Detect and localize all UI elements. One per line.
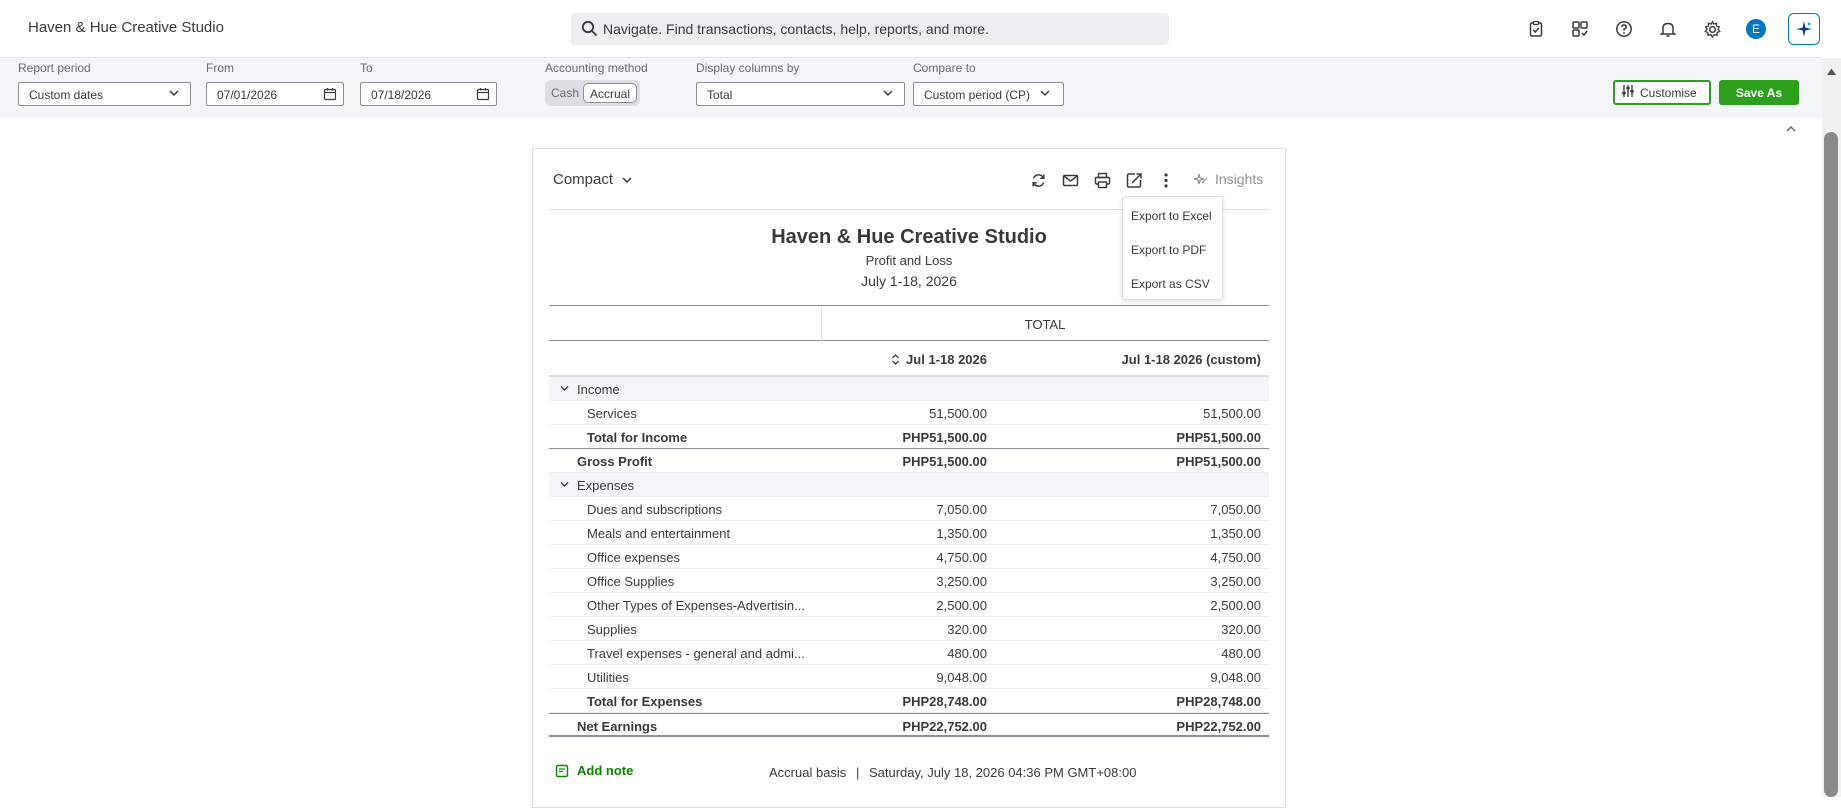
- page-scrollbar[interactable]: [1822, 58, 1841, 797]
- table-row[interactable]: Services 51,500.00 51,500.00: [549, 401, 1269, 425]
- report-period-label: Report period: [18, 61, 91, 75]
- table-row[interactable]: Office expenses 4,750.00 4,750.00: [549, 545, 1269, 569]
- scrollbar-thumb[interactable]: [1824, 132, 1838, 797]
- compare-to-select[interactable]: Custom period (CP): [913, 82, 1064, 106]
- method-accrual-option[interactable]: Accrual: [583, 83, 637, 103]
- report-footer: Add note Accrual basis | Saturday, July …: [549, 759, 1269, 783]
- display-columns-select[interactable]: Total: [696, 82, 905, 106]
- view-mode-dropdown[interactable]: Compact: [553, 171, 633, 188]
- apps-grid-icon[interactable]: [1568, 17, 1592, 41]
- chevron-up-icon: [1786, 125, 1796, 132]
- chevron-down-icon: [882, 87, 894, 102]
- search-icon: [581, 20, 598, 40]
- sort-icon: [892, 354, 900, 365]
- save-as-button[interactable]: Save As: [1719, 80, 1799, 105]
- notifications-bell-icon[interactable]: [1656, 17, 1680, 41]
- report-basis-timestamp: Accrual basis | Saturday, July 18, 2026 …: [769, 765, 1137, 780]
- customise-button[interactable]: Customise: [1613, 80, 1711, 105]
- table-row[interactable]: Travel expenses - general and admi... 48…: [549, 641, 1269, 665]
- more-options-icon[interactable]: [1155, 169, 1177, 191]
- chevron-down-icon[interactable]: [559, 382, 570, 397]
- calendar-icon[interactable]: [476, 87, 490, 104]
- column-header-custom[interactable]: Jul 1-18 2026 (custom): [1122, 352, 1261, 367]
- gross-profit-row: Gross Profit PHP51,500.00 PHP51,500.00: [549, 449, 1269, 473]
- refresh-icon[interactable]: [1027, 169, 1049, 191]
- from-label: From: [206, 61, 234, 75]
- scroll-up-arrow-icon[interactable]: [1826, 63, 1837, 81]
- menu-item-export-excel[interactable]: Export to Excel: [1131, 209, 1212, 223]
- column-header-period[interactable]: Jul 1-18 2026: [891, 352, 987, 367]
- to-date-input[interactable]: 07/18/2026: [360, 82, 497, 106]
- report-table: TOTAL Jul 1-18 2026 Jul 1-18 2026 (custo…: [549, 305, 1269, 737]
- add-note-button[interactable]: Add note: [555, 763, 633, 778]
- section-income[interactable]: Income: [549, 377, 1269, 401]
- menu-item-export-csv[interactable]: Export as CSV: [1131, 277, 1210, 291]
- net-earnings-row: Net Earnings PHP22,752.00 PHP22,752.00: [549, 713, 1269, 737]
- table-row[interactable]: Office Supplies 3,250.00 3,250.00: [549, 569, 1269, 593]
- clipboard-check-icon[interactable]: [1524, 17, 1548, 41]
- insights-button[interactable]: Insights: [1193, 171, 1263, 187]
- export-menu: Export to Excel Export to PDF Export as …: [1122, 196, 1223, 300]
- report-period-select[interactable]: Custom dates: [18, 82, 191, 106]
- global-search-input[interactable]: Navigate. Find transactions, contacts, h…: [571, 13, 1169, 45]
- calendar-icon[interactable]: [323, 87, 337, 104]
- total-expenses-row: Total for Expenses PHP28,748.00 PHP28,74…: [549, 689, 1269, 713]
- note-icon: [555, 764, 569, 777]
- table-row[interactable]: Dues and subscriptions 7,050.00 7,050.00: [549, 497, 1269, 521]
- assistant-sparkle-button[interactable]: [1788, 13, 1820, 45]
- user-avatar[interactable]: E: [1744, 17, 1768, 41]
- table-header-columns: Jul 1-18 2026 Jul 1-18 2026 (custom): [549, 341, 1269, 377]
- sliders-icon: [1621, 84, 1635, 101]
- table-row[interactable]: Utilities 9,048.00 9,048.00: [549, 665, 1269, 689]
- chevron-down-icon[interactable]: [559, 478, 570, 493]
- compare-to-label: Compare to: [913, 61, 976, 75]
- total-column-header: TOTAL: [1024, 317, 1066, 332]
- settings-gear-icon[interactable]: [1700, 17, 1724, 41]
- export-icon[interactable]: [1123, 169, 1145, 191]
- method-cash-option[interactable]: Cash: [549, 83, 581, 103]
- email-icon[interactable]: [1059, 169, 1081, 191]
- total-income-row: Total for Income PHP51,500.00 PHP51,500.…: [549, 425, 1269, 449]
- sparkle-icon: [1796, 21, 1812, 37]
- display-columns-label: Display columns by: [696, 61, 800, 75]
- from-date-input[interactable]: 07/01/2026: [206, 82, 344, 106]
- help-icon[interactable]: [1612, 17, 1636, 41]
- insights-sparkle-icon: [1193, 173, 1208, 185]
- section-expenses[interactable]: Expenses: [549, 473, 1269, 497]
- table-row[interactable]: Other Types of Expenses-Advertisin... 2,…: [549, 593, 1269, 617]
- collapse-filters-button[interactable]: [1779, 118, 1803, 140]
- chevron-down-icon: [622, 176, 632, 183]
- table-row[interactable]: Supplies 320.00 320.00: [549, 617, 1269, 641]
- company-name: Haven & Hue Creative Studio: [28, 19, 224, 36]
- top-bar: Haven & Hue Creative Studio Navigate. Fi…: [0, 0, 1822, 58]
- report-filter-bar: Report period Custom dates From 07/01/20…: [0, 58, 1822, 118]
- menu-item-export-pdf[interactable]: Export to PDF: [1131, 243, 1206, 257]
- print-icon[interactable]: [1091, 169, 1113, 191]
- table-header-group: TOTAL: [549, 305, 1269, 342]
- search-placeholder: Navigate. Find transactions, contacts, h…: [603, 21, 989, 37]
- table-row[interactable]: Meals and entertainment 1,350.00 1,350.0…: [549, 521, 1269, 545]
- chevron-down-icon: [1039, 87, 1051, 102]
- accounting-method-toggle: Cash Accrual: [545, 80, 640, 106]
- to-label: To: [360, 61, 373, 75]
- accounting-method-label: Accounting method: [545, 61, 648, 75]
- chevron-down-icon: [168, 87, 180, 102]
